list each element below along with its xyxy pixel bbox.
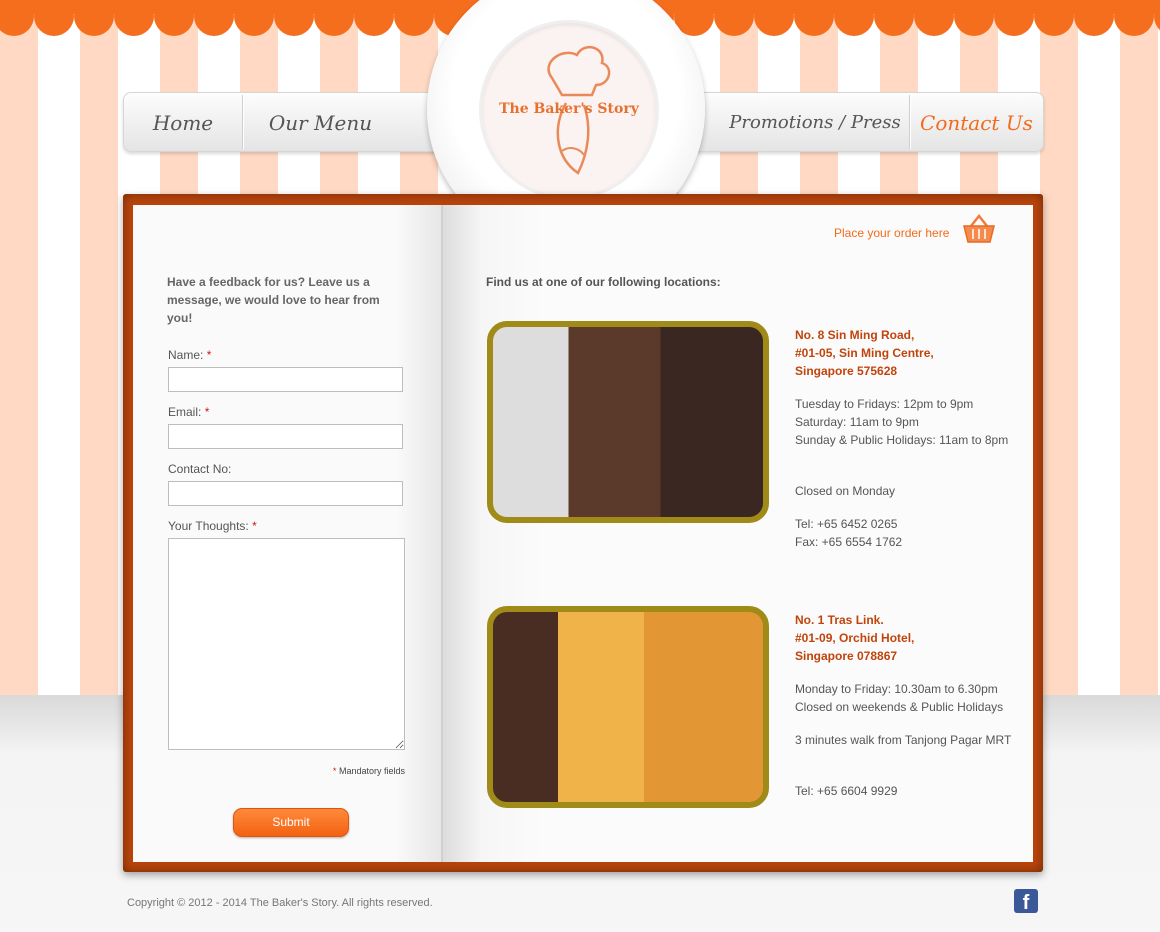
- contact-label: Contact No:: [168, 462, 232, 476]
- location-address: No. 1 Tras Link. #01-09, Orchid Hotel, S…: [795, 611, 914, 665]
- hours-line: Closed on weekends & Public Holidays: [795, 700, 1004, 714]
- sin-ming-store-photo: [487, 321, 769, 523]
- logo: The Baker's Story: [479, 20, 659, 200]
- required-mark: *: [252, 519, 257, 533]
- book-spine: [441, 205, 443, 862]
- mandatory-note: * Mandatory fields: [300, 766, 405, 776]
- thoughts-label-text: Your Thoughts:: [168, 519, 249, 533]
- email-label-text: Email:: [168, 405, 202, 419]
- address-line: Singapore 575628: [795, 364, 898, 378]
- location-hours: Tuesday to Fridays: 12pm to 9pm Saturday…: [795, 395, 1017, 449]
- address-line: Singapore 078867: [795, 649, 898, 663]
- nav-our-menu[interactable]: Our Menu: [243, 93, 398, 151]
- thoughts-label: Your Thoughts: *: [168, 519, 257, 533]
- nav-bar-right: Promotions / Press Contact Us: [690, 92, 1044, 152]
- address-line: #01-09, Orchid Hotel,: [795, 631, 915, 645]
- name-label-text: Name:: [168, 348, 204, 362]
- name-label: Name: *: [168, 348, 211, 362]
- name-field[interactable]: [168, 367, 403, 392]
- required-mark: *: [206, 348, 212, 362]
- address-line: No. 1 Tras Link.: [795, 613, 884, 627]
- copyright: Copyright © 2012 - 2014 The Baker's Stor…: [127, 897, 433, 909]
- closed-note: Closed on Monday: [795, 484, 896, 498]
- locations-heading: Find us at one of our following location…: [486, 275, 721, 289]
- address-line: No. 8 Sin Ming Road,: [795, 328, 915, 342]
- contact-field[interactable]: [168, 481, 403, 506]
- nav-bar-left: Home Our Menu: [123, 92, 455, 152]
- nav-promotions-press[interactable]: Promotions / Press: [721, 93, 909, 151]
- nav-home[interactable]: Home: [124, 93, 242, 151]
- location-hours: Monday to Friday: 10.30am to 6.30pm Clos…: [795, 680, 1017, 716]
- required-mark: *: [332, 766, 337, 776]
- address-line: #01-05, Sin Ming Centre,: [795, 346, 934, 360]
- hours-line: Monday to Friday: 10.30am to 6.30pm: [795, 682, 998, 696]
- facebook-icon[interactable]: f: [1014, 889, 1038, 914]
- submit-button[interactable]: Submit: [233, 808, 349, 837]
- tras-link-store-photo: [487, 606, 769, 808]
- logo-text: The Baker's Story: [499, 101, 639, 117]
- nav-contact-us[interactable]: Contact Us: [910, 93, 1043, 151]
- telephone: Tel: +65 6452 0265: [795, 517, 898, 531]
- feedback-intro: Have a feedback for us? Leave us a messa…: [167, 275, 380, 325]
- walk-note: 3 minutes walk from Tanjong Pagar MRT: [795, 733, 1012, 747]
- email-field[interactable]: [168, 424, 403, 449]
- hours-line: Saturday: 11am to 9pm: [795, 415, 919, 429]
- hours-line: Tuesday to Fridays: 12pm to 9pm: [795, 397, 974, 411]
- basket-icon[interactable]: [962, 214, 996, 244]
- location-contact: Tel: +65 6452 0265 Fax: +65 6554 1762: [795, 515, 1017, 551]
- mandatory-note-text: Mandatory fields: [338, 766, 405, 776]
- email-label: Email: *: [168, 405, 209, 419]
- location-address: No. 8 Sin Ming Road, #01-05, Sin Ming Ce…: [795, 326, 934, 380]
- order-link[interactable]: Place your order here: [834, 226, 949, 240]
- hours-line: Sunday & Public Holidays: 11am to 8pm: [795, 433, 1009, 447]
- thoughts-textarea[interactable]: [168, 538, 405, 750]
- required-mark: *: [204, 405, 210, 419]
- telephone: Tel: +65 6604 9929: [795, 784, 898, 798]
- fax: Fax: +65 6554 1762: [795, 535, 903, 549]
